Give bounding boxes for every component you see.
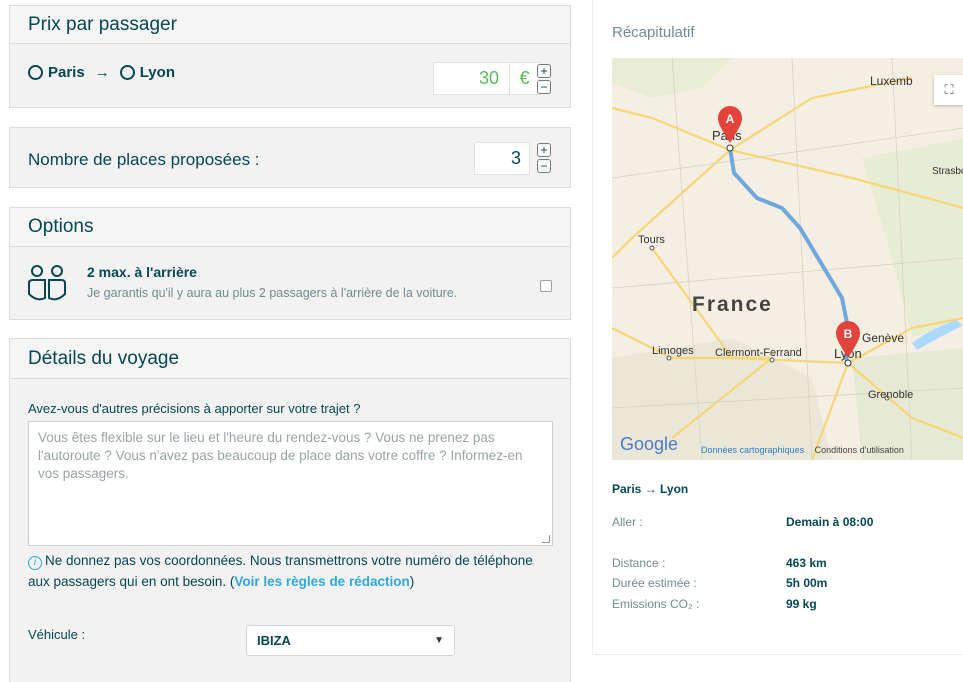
options-card-header: Options	[10, 208, 570, 247]
summary-departure-value: Demain à 08:00	[786, 515, 874, 529]
price-route: Paris → Lyon	[28, 64, 175, 81]
details-card: Détails du voyage Avez-vous d'autres pré…	[9, 338, 571, 682]
map-label-france: France	[692, 293, 773, 316]
details-textarea[interactable]: Vous êtes flexible sur le lieu et l'heur…	[28, 421, 553, 546]
price-card-title: Prix par passager	[28, 13, 177, 35]
route-to: Lyon	[139, 64, 175, 81]
price-card: Prix par passager Paris → Lyon 30 € + −	[9, 5, 571, 108]
map-terms-link[interactable]: Conditions d'utilisation	[815, 445, 904, 455]
summary-duration-label: Durée estimée :	[612, 576, 697, 590]
vehicle-select[interactable]: IBIZA ▼	[246, 625, 455, 656]
seats-decrement-button[interactable]: −	[537, 159, 551, 173]
seats-input[interactable]: 3	[474, 142, 530, 175]
price-card-header: Prix par passager	[10, 6, 570, 44]
fullscreen-icon[interactable]: ⛶	[934, 75, 963, 105]
textarea-placeholder: Vous êtes flexible sur le lieu et l'heur…	[38, 430, 523, 481]
summary-title: Récapitulatif	[612, 24, 695, 41]
map-footer: Données cartographiques Conditions d'uti…	[701, 445, 904, 455]
route-from: Paris	[48, 64, 85, 81]
price-increment-button[interactable]: +	[537, 64, 551, 78]
summary-distance-label: Distance :	[612, 556, 666, 570]
vehicle-selected-value: IBIZA	[257, 633, 291, 648]
seats-label: Nombre de places proposées :	[28, 150, 260, 169]
seats-increment-button[interactable]: +	[537, 143, 551, 157]
caret-down-icon: ▼	[434, 635, 444, 646]
warning-text-end: )	[409, 574, 415, 589]
marker-a-label: A	[726, 112, 735, 126]
price-stepper: + −	[537, 64, 551, 94]
details-card-header: Détails du voyage	[10, 339, 570, 379]
map-label-strasbourg: Strasbo	[932, 166, 963, 177]
price-value: 30	[478, 68, 499, 88]
circle-icon	[119, 65, 135, 80]
currency-label: €	[509, 63, 539, 94]
resize-handle[interactable]	[542, 535, 550, 543]
summary-route: Paris → Lyon	[612, 482, 689, 496]
summary-departure-label: Aller :	[612, 515, 643, 529]
info-icon: i	[28, 556, 42, 570]
summary-duration-value: 5h 00m	[786, 576, 828, 590]
summary-distance-value: 463 km	[786, 556, 827, 570]
summary-co2-label: Emissions CO₂ :	[612, 597, 700, 611]
price-input[interactable]: 30 €	[433, 62, 540, 95]
details-question-label: Avez-vous d'autres précisions à apporter…	[28, 401, 361, 416]
map-label-clermont: Clermont-Ferrand	[715, 347, 802, 359]
option-description: Je garantis qu'il y aura au plus 2 passa…	[87, 286, 458, 300]
details-card-title: Détails du voyage	[28, 347, 180, 369]
summary-co2-value: 99 kg	[786, 597, 817, 611]
arrow-right-icon: →	[94, 64, 110, 81]
seats-stepper: + −	[537, 143, 551, 173]
map-label-limoges: Limoges	[652, 345, 694, 357]
options-card-title: Options	[28, 216, 94, 237]
map-label-geneve: Genève	[862, 331, 904, 345]
map-canvas: Paris Luxemb Strasbo Tours France Limoge…	[612, 58, 963, 460]
map-label-grenoble: Grenoble	[868, 389, 913, 401]
map-label-tours: Tours	[638, 234, 665, 246]
two-passengers-icon	[28, 265, 66, 301]
price-decrement-button[interactable]: −	[537, 80, 551, 94]
map-label-luxembourg: Luxemb	[870, 74, 913, 88]
map-data-link[interactable]: Données cartographiques	[701, 445, 804, 455]
google-logo: Google	[620, 434, 678, 454]
option-checkbox[interactable]	[540, 280, 552, 292]
contact-warning: i Ne donnez pas vos coordonnées. Nous tra…	[28, 550, 548, 592]
option-title: 2 max. à l'arrière	[87, 264, 197, 280]
summary-panel: Récapitulatif Luxemb Strasb Tours France…	[592, 0, 963, 655]
rules-link[interactable]: Voir les règles de rédaction	[234, 574, 409, 589]
route-map[interactable]: Paris Luxemb Strasbo Tours France Limoge…	[612, 58, 963, 460]
vehicle-label: Véhicule :	[28, 627, 86, 642]
circle-icon	[28, 65, 43, 80]
options-card: Options 2 max. à l'arrière Je garantis q…	[9, 207, 571, 320]
marker-b-label: B	[844, 327, 853, 341]
